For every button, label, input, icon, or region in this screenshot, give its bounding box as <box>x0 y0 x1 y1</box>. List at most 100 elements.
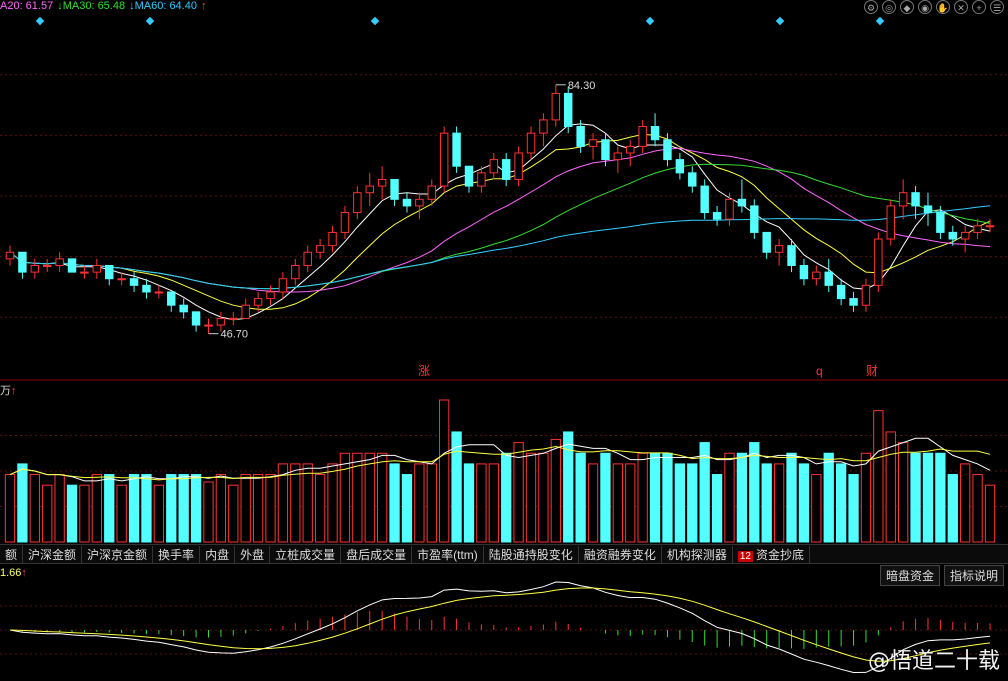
tab-outer[interactable]: 外盘 <box>235 545 271 563</box>
indicator-tabbar: 额 沪深金额 沪深京金额 换手率 内盘 外盘 立桩成交量 盘后成交量 市盈率(t… <box>0 544 1008 564</box>
tab-after-hours-volume[interactable]: 盘后成交量 <box>341 545 413 563</box>
volume-bar <box>314 474 326 543</box>
volume-bar <box>972 474 983 543</box>
candle-body <box>253 298 263 306</box>
candle-body <box>129 278 139 286</box>
candle-body <box>948 231 958 240</box>
candle-body <box>898 192 908 207</box>
indicator-value-arrow: ↑ <box>21 567 27 579</box>
candle-body <box>92 264 102 273</box>
volume-bar <box>166 474 177 543</box>
candle-body <box>861 284 871 306</box>
candle-body <box>762 231 771 253</box>
candle-body <box>415 198 424 207</box>
candle-body <box>675 159 685 174</box>
indicator-value-label: 1.66 <box>0 567 22 579</box>
event-marker-q[interactable]: q <box>816 364 823 378</box>
candle-body <box>551 92 561 121</box>
candle-body <box>663 139 672 161</box>
candle-body <box>204 324 213 327</box>
volume-bar <box>339 452 351 543</box>
indicator-help-button[interactable]: 指标说明 <box>943 565 1004 586</box>
candle-body <box>315 245 325 253</box>
volume-bar <box>761 463 772 543</box>
tab-pile-volume[interactable]: 立桩成交量 <box>270 545 342 563</box>
candle-body <box>266 291 275 300</box>
candle-body <box>514 152 523 180</box>
dea-line <box>9 587 991 662</box>
volume-bar <box>377 452 388 543</box>
candle-body <box>365 185 374 194</box>
tab-bottom-fishing-label: 资金抄底 <box>755 547 804 562</box>
volume-bar <box>228 484 239 543</box>
chart-canvas[interactable]: 84.30 46.70 <box>0 0 1008 681</box>
candle-body <box>936 212 945 233</box>
tab-bottom-fishing[interactable]: 12 资金抄底 <box>733 545 810 563</box>
candle-body <box>291 264 300 280</box>
tab-hsj-amount[interactable]: 沪深京金额 <box>82 545 154 563</box>
marker-diamond <box>370 16 380 26</box>
volume-bar <box>252 474 264 543</box>
volume-bar <box>104 474 115 543</box>
candle-body <box>340 212 350 233</box>
volume-bar <box>501 452 512 543</box>
candle-body <box>750 205 759 233</box>
volume-unit-arrow: ↑ <box>11 385 17 397</box>
candle-body <box>613 152 623 161</box>
volume-bar <box>364 452 375 543</box>
candle-body <box>799 264 809 280</box>
candle-body <box>464 165 474 187</box>
event-marker-zhang[interactable]: 涨 <box>418 363 430 378</box>
volume-bar <box>637 452 648 543</box>
volume-bar <box>674 463 686 543</box>
tab-institution-detector[interactable]: 机构探测器 <box>662 545 733 563</box>
candle-body <box>849 298 858 306</box>
candle-body <box>626 145 635 154</box>
tab-northbound-holding[interactable]: 陆股通持股变化 <box>484 545 579 563</box>
volume-bar <box>327 463 338 543</box>
candle-body <box>117 278 126 281</box>
candle-body <box>725 198 734 220</box>
candle-body <box>700 185 709 214</box>
tab-amount[interactable]: 额 <box>0 545 24 563</box>
candle-body <box>539 119 548 134</box>
volume-bar <box>823 452 834 543</box>
volume-bar <box>860 452 872 543</box>
tab-pe-ttm[interactable]: 市盈率(ttm) <box>412 545 484 563</box>
candle-body <box>650 126 660 141</box>
candle-body <box>427 185 436 200</box>
candle-body <box>737 198 747 207</box>
volume-bar <box>649 452 661 543</box>
event-marker-cai[interactable]: 财 <box>866 364 878 378</box>
candle-body <box>439 132 449 187</box>
volume-bar <box>724 452 735 543</box>
volume-bar <box>786 452 797 543</box>
volume-bar <box>873 410 884 543</box>
marker-diamond <box>35 16 45 26</box>
volume-bar <box>302 463 313 543</box>
candle-body <box>229 317 238 320</box>
candle-body <box>688 172 697 187</box>
volume-bar <box>984 484 996 543</box>
tab-turnover[interactable]: 换手率 <box>153 545 201 563</box>
candle-body <box>501 159 511 180</box>
volume-bar <box>550 438 561 543</box>
volume-bar <box>42 484 53 543</box>
candle-body <box>241 304 250 319</box>
candle-body <box>191 311 201 326</box>
candle-body <box>18 251 27 273</box>
volume-bar <box>203 481 214 543</box>
volume-bar <box>488 463 499 543</box>
volume-bar <box>215 474 227 543</box>
dark-pool-button[interactable]: 暗盘资金 <box>879 565 940 586</box>
tab-inner[interactable]: 内盘 <box>200 545 236 563</box>
candle-body <box>80 271 89 274</box>
candle-body <box>774 245 784 253</box>
tab-margin-change[interactable]: 融资融券变化 <box>579 545 662 563</box>
candle-body <box>489 159 499 174</box>
candle-body <box>564 92 573 128</box>
low-price-label: 46.70 <box>220 329 248 341</box>
candle-body <box>452 132 461 167</box>
tab-hs-amount[interactable]: 沪深金额 <box>23 545 83 563</box>
volume-bar <box>575 452 586 543</box>
